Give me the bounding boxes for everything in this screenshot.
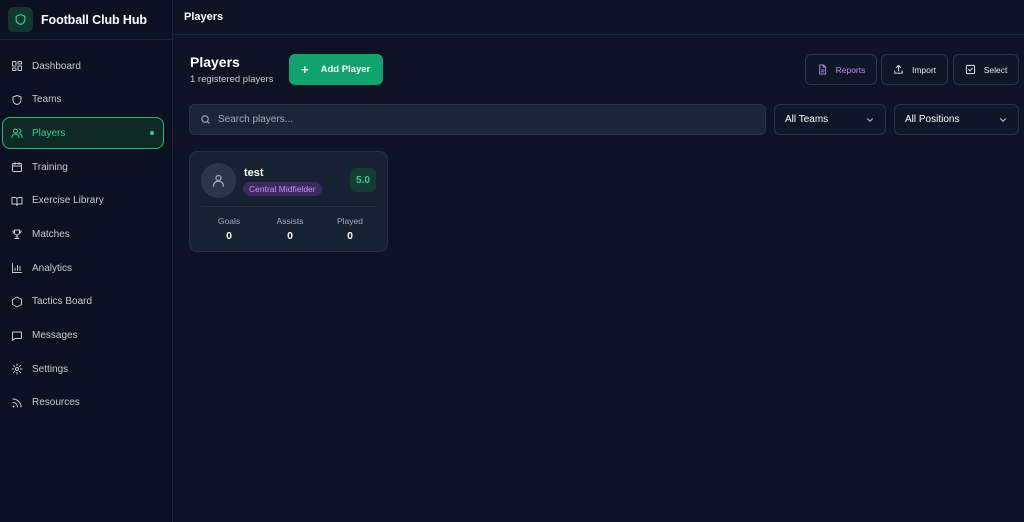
- sidebar-item-label: Teams: [32, 94, 62, 106]
- users-icon: [11, 128, 23, 139]
- sidebar-item-settings[interactable]: Settings: [2, 353, 164, 385]
- sidebar-item-label: Messages: [32, 330, 78, 341]
- sidebar: Football Club Hub Dashboard Teams Player…: [0, 0, 173, 522]
- rss-icon: [12, 398, 22, 408]
- page-subtitle: 1 registered players: [190, 74, 274, 85]
- stat-value: 0: [287, 230, 293, 242]
- sidebar-item-dashboard[interactable]: Dashboard: [2, 50, 164, 82]
- topbar: Players: [173, 0, 1024, 35]
- sidebar-item-label: Exercise Library: [32, 195, 104, 207]
- app-root: Football Club Hub Dashboard Teams Player…: [0, 0, 1024, 522]
- user-icon: [212, 174, 225, 187]
- rating-badge: 5.0: [350, 168, 376, 192]
- sidebar-item-exercise-library[interactable]: Exercise Library: [2, 185, 164, 217]
- stat-played: Played 0: [320, 216, 380, 242]
- sidebar-item-label: Dashboard: [32, 60, 81, 72]
- card-divider: [201, 206, 376, 207]
- book-icon: [11, 196, 23, 206]
- upload-icon: [894, 64, 903, 74]
- search-input[interactable]: [218, 114, 738, 125]
- stat-label: Goals: [217, 216, 241, 226]
- stat-label: Played: [337, 216, 363, 226]
- player-card[interactable]: test Central Midfielder 5.0 Goals 0 Assi…: [189, 151, 388, 252]
- sidebar-item-label: Resources: [32, 397, 80, 409]
- select-label: Select: [983, 64, 1008, 75]
- shield-icon: [12, 94, 22, 105]
- teams-filter-value: All Teams: [785, 114, 829, 125]
- topbar-title: Players: [184, 11, 224, 23]
- player-name: test: [244, 167, 264, 179]
- search-bar[interactable]: [189, 104, 766, 135]
- sidebar-item-label: Matches: [32, 228, 70, 240]
- stat-label: Assists: [276, 216, 304, 226]
- position-badge: Central Midfielder: [243, 182, 322, 196]
- sidebar-item-resources[interactable]: Resources: [2, 387, 164, 419]
- stat-value: 0: [226, 230, 232, 242]
- active-indicator-dot: [150, 131, 154, 136]
- shield-logo-icon: [8, 7, 33, 32]
- positions-filter-value: All Positions: [905, 114, 960, 125]
- trophy-icon: [12, 229, 22, 240]
- sidebar-item-label: Tactics Board: [32, 296, 93, 308]
- import-button[interactable]: Import: [881, 54, 948, 85]
- sidebar-item-label: Analytics: [32, 262, 73, 274]
- sidebar-item-training[interactable]: Training: [2, 151, 164, 183]
- brand[interactable]: Football Club Hub: [0, 0, 172, 40]
- chevron-down-icon: [867, 117, 873, 122]
- sidebar-item-label: Players: [32, 127, 66, 139]
- sidebar-item-teams[interactable]: Teams: [2, 84, 164, 116]
- add-player-button[interactable]: + Add Player: [289, 54, 383, 85]
- sidebar-item-messages[interactable]: Messages: [2, 320, 164, 352]
- sidebar-item-label: Training: [32, 161, 68, 173]
- stat-assists: Assists 0: [260, 216, 320, 242]
- select-button[interactable]: Select: [953, 54, 1019, 85]
- avatar: [201, 163, 236, 198]
- add-player-label: Add Player: [320, 64, 371, 75]
- message-icon: [12, 331, 22, 341]
- brand-name: Football Club Hub: [41, 12, 147, 27]
- stat-value: 0: [347, 230, 353, 242]
- page-title: Players: [190, 54, 240, 70]
- reports-button[interactable]: Reports: [805, 54, 877, 85]
- sidebar-nav: Dashboard Teams Players Training Exercis…: [0, 40, 172, 419]
- teams-filter-select[interactable]: All Teams: [774, 104, 886, 135]
- sidebar-item-analytics[interactable]: Analytics: [2, 252, 164, 284]
- gear-icon: [11, 363, 23, 375]
- hexagon-icon: [12, 296, 22, 308]
- positions-filter-select[interactable]: All Positions: [894, 104, 1019, 135]
- bar-chart-icon: [12, 263, 22, 274]
- reports-label: Reports: [835, 64, 866, 75]
- search-icon: [201, 115, 210, 124]
- calendar-icon: [12, 162, 22, 173]
- sidebar-item-matches[interactable]: Matches: [2, 218, 164, 250]
- dashboard-grid-icon: [12, 61, 22, 71]
- chevron-down-icon: [1000, 117, 1006, 122]
- plus-icon: +: [301, 62, 309, 77]
- sidebar-item-tactics-board[interactable]: Tactics Board: [2, 286, 164, 318]
- sidebar-item-players[interactable]: Players: [2, 117, 164, 150]
- import-label: Import: [911, 64, 937, 75]
- checkbox-icon: [965, 64, 975, 75]
- stat-goals: Goals 0: [199, 216, 259, 242]
- sidebar-item-label: Settings: [32, 363, 69, 375]
- document-icon: [818, 64, 826, 75]
